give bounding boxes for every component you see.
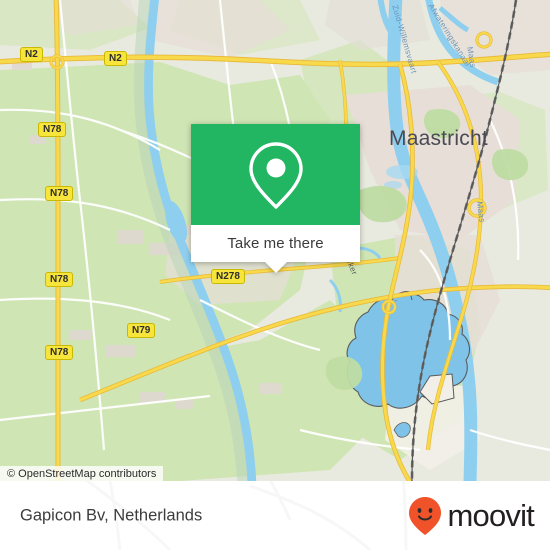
road-shield-n78-a[interactable]: N78 — [38, 122, 67, 137]
road-shield-n2-west[interactable]: N2 — [20, 47, 43, 62]
osm-attribution[interactable]: © OpenStreetMap contributors — [0, 466, 164, 481]
destination-popup-card[interactable]: Take me there — [191, 124, 360, 273]
popup-action-bar[interactable]: Take me there — [191, 225, 360, 273]
popup-icon-panel — [191, 124, 360, 225]
moovit-pin-smiley-icon — [409, 496, 442, 535]
map-pin-icon — [248, 141, 303, 209]
footer-bar: Gapicon Bv, Netherlands moovit — [0, 481, 550, 550]
map-canvas[interactable]: Maastricht Zuid-Willemsvaart Afwaterings… — [0, 0, 550, 481]
road-shield-n78-b[interactable]: N78 — [45, 186, 74, 201]
popup-pointer — [265, 262, 287, 273]
moovit-brand-logo[interactable]: moovit — [408, 496, 535, 536]
location-title: Gapicon Bv, Netherlands — [20, 506, 203, 524]
take-me-there-label: Take me there — [227, 235, 324, 252]
road-shield-n278[interactable]: N278 — [211, 269, 245, 284]
osm-attribution-text: © OpenStreetMap contributors — [7, 467, 157, 480]
place-label-maastricht: Maastricht — [389, 127, 488, 150]
road-shield-n78-c[interactable]: N78 — [45, 272, 74, 287]
moovit-wordmark: moovit — [447, 498, 534, 533]
road-shield-n78-d[interactable]: N78 — [45, 345, 74, 360]
road-shield-n2-east[interactable]: N2 — [104, 51, 127, 66]
road-shield-n79[interactable]: N79 — [127, 323, 156, 338]
moovit-map-screenshot: Maastricht Zuid-Willemsvaart Afwaterings… — [0, 0, 550, 550]
